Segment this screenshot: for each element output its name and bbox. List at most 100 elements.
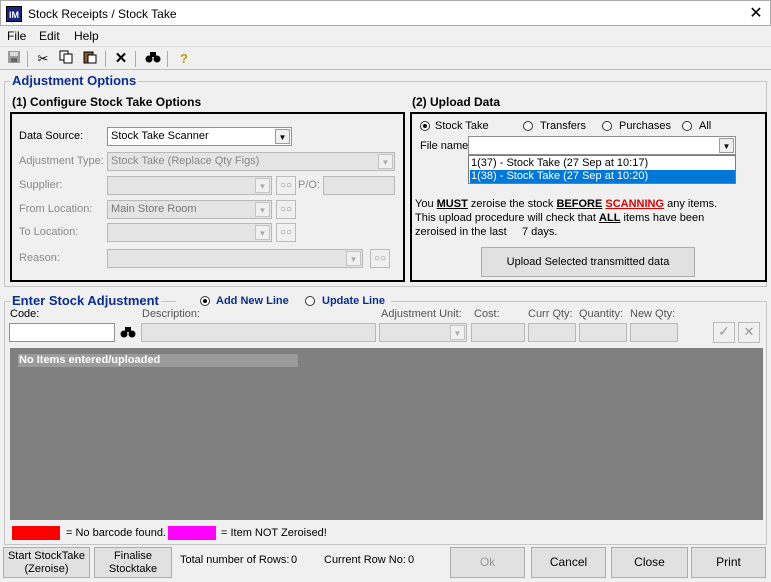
radio-stock-take-label[interactable]: Stock Take xyxy=(435,120,489,132)
legend-magenta-swatch xyxy=(168,526,216,540)
menu-bar: File Edit Help xyxy=(0,26,771,46)
cut-icon[interactable]: ✂ xyxy=(33,50,53,68)
code-input[interactable] xyxy=(9,323,115,342)
warning-line-3: zeroised in the last 7 days. xyxy=(415,226,558,238)
upload-selected-button[interactable]: Upload Selected transmitted data xyxy=(481,247,695,277)
description-input[interactable] xyxy=(141,323,376,342)
cost-label: Cost: xyxy=(474,308,500,320)
chevron-down-icon: ▼ xyxy=(378,154,393,169)
file-list[interactable]: 1(37) - Stock Take (27 Sep at 10:17) 1(3… xyxy=(468,155,736,184)
cancel-button[interactable]: Cancel xyxy=(531,547,606,578)
current-row-value: 0 xyxy=(408,554,415,566)
file-list-item-selected[interactable]: 1(38) - Stock Take (27 Sep at 10:20) xyxy=(470,170,735,183)
close-button[interactable]: Close xyxy=(611,547,688,578)
reason-select[interactable]: ▼ xyxy=(107,249,363,268)
data-source-select[interactable]: Stock Take Scanner ▼ xyxy=(107,127,292,146)
ok-button[interactable]: Ok xyxy=(450,547,525,578)
enter-adjustment-title: Enter Stock Adjustment xyxy=(10,293,161,308)
radio-all[interactable] xyxy=(682,121,692,131)
from-location-select[interactable]: Main Store Room ▼ xyxy=(107,200,272,219)
reason-lookup-icon[interactable]: ○○ xyxy=(370,249,390,268)
upload-panel: Stock Take Transfers Purchases All File … xyxy=(410,112,767,282)
upload-heading: (2) Upload Data xyxy=(412,95,501,109)
to-location-select[interactable]: ▼ xyxy=(107,223,272,242)
warning-line-2: This upload procedure will check that AL… xyxy=(415,212,705,224)
app-icon: IM xyxy=(6,6,22,22)
save-icon[interactable] xyxy=(4,50,24,68)
start-stocktake-button[interactable]: Start StockTake (Zeroise) xyxy=(3,547,90,578)
radio-transfers[interactable] xyxy=(523,121,533,131)
grid-empty-message: No Items entered/uploaded xyxy=(18,354,298,367)
configure-panel: Data Source: Stock Take Scanner ▼ Adjust… xyxy=(10,112,405,282)
finalise-stocktake-button[interactable]: Finalise Stocktake xyxy=(94,547,172,578)
find-icon[interactable] xyxy=(143,50,163,68)
add-new-line-label[interactable]: Add New Line xyxy=(216,295,289,307)
file-name-label: File name: xyxy=(420,140,472,152)
window-title: Stock Receipts / Stock Take xyxy=(28,7,177,21)
warning-line-1: You MUST zeroise the stock BEFORE SCANNI… xyxy=(415,198,718,210)
reason-label: Reason: xyxy=(19,252,60,264)
help-icon[interactable]: ? xyxy=(174,50,194,68)
legend-no-barcode: = No barcode found. xyxy=(66,527,166,539)
menu-help[interactable]: Help xyxy=(74,29,99,43)
curr-qty-input[interactable] xyxy=(528,323,576,342)
radio-purchases[interactable] xyxy=(602,121,612,131)
legend-not-zeroised: = Item NOT Zeroised! xyxy=(221,527,327,539)
adjustment-unit-select[interactable]: ▼ xyxy=(379,323,467,342)
file-list-item[interactable]: 1(37) - Stock Take (27 Sep at 10:17) xyxy=(470,157,735,170)
po-input[interactable] xyxy=(323,176,395,195)
chevron-down-icon[interactable]: ▼ xyxy=(275,129,290,144)
curr-qty-label: Curr Qty: xyxy=(528,308,573,320)
radio-add-new-line[interactable] xyxy=(200,296,210,306)
current-row-label: Current Row No: xyxy=(324,554,406,566)
adjustment-type-select[interactable]: Stock Take (Replace Qty Figs) ▼ xyxy=(107,152,395,171)
radio-stock-take[interactable] xyxy=(420,121,430,131)
from-location-lookup-icon[interactable]: ○○ xyxy=(276,200,296,219)
total-rows-label: Total number of Rows: xyxy=(180,554,290,566)
delete-icon[interactable]: ✕ xyxy=(111,50,131,68)
quantity-label: Quantity: xyxy=(579,308,624,320)
adjustment-grid[interactable]: No Items entered/uploaded xyxy=(10,348,763,520)
copy-icon[interactable] xyxy=(56,50,76,68)
update-line-label[interactable]: Update Line xyxy=(322,295,385,307)
adjustment-unit-label: Adjustment Unit: xyxy=(381,308,462,320)
new-qty-input[interactable] xyxy=(630,323,678,342)
chevron-down-icon: ▼ xyxy=(255,225,270,240)
cost-input[interactable] xyxy=(471,323,525,342)
to-location-lookup-icon[interactable]: ○○ xyxy=(276,223,296,242)
radio-purchases-label[interactable]: Purchases xyxy=(619,120,671,132)
from-location-label: From Location: xyxy=(19,203,93,215)
supplier-select[interactable]: ▼ xyxy=(107,176,272,195)
legend-red-swatch xyxy=(12,526,60,540)
po-label: P/O: xyxy=(298,179,321,191)
paste-icon[interactable] xyxy=(80,50,100,68)
adjustment-options-title: Adjustment Options xyxy=(10,73,139,88)
menu-file[interactable]: File xyxy=(7,29,26,43)
chevron-down-icon: ▼ xyxy=(450,325,465,340)
toolbar: ✂ ✕ ? xyxy=(0,46,771,70)
adjustment-type-label: Adjustment Type: xyxy=(19,155,104,167)
chevron-down-icon[interactable]: ▼ xyxy=(719,138,734,153)
total-rows-value: 0 xyxy=(291,554,298,566)
code-label: Code: xyxy=(10,308,40,320)
title-bar: IM Stock Receipts / Stock Take ✕ xyxy=(0,0,771,26)
to-location-label: To Location: xyxy=(19,226,79,238)
file-name-select[interactable]: ▼ xyxy=(468,136,736,155)
radio-all-label[interactable]: All xyxy=(699,120,711,132)
cancel-line-icon[interactable]: ✕ xyxy=(738,322,760,343)
supplier-label: Supplier: xyxy=(19,179,63,191)
supplier-lookup-icon[interactable]: ○○ xyxy=(276,176,296,195)
data-source-label: Data Source: xyxy=(19,130,84,142)
confirm-line-icon[interactable]: ✓ xyxy=(713,322,735,343)
chevron-down-icon: ▼ xyxy=(255,202,270,217)
radio-update-line[interactable] xyxy=(305,296,315,306)
chevron-down-icon: ▼ xyxy=(346,251,361,266)
chevron-down-icon: ▼ xyxy=(255,178,270,193)
find-code-icon[interactable] xyxy=(118,323,138,342)
print-button[interactable]: Print xyxy=(691,547,766,578)
radio-transfers-label[interactable]: Transfers xyxy=(540,120,586,132)
close-window-icon[interactable]: ✕ xyxy=(745,3,767,25)
quantity-input[interactable] xyxy=(579,323,627,342)
configure-heading: (1) Configure Stock Take Options xyxy=(12,95,202,109)
menu-edit[interactable]: Edit xyxy=(39,29,60,43)
